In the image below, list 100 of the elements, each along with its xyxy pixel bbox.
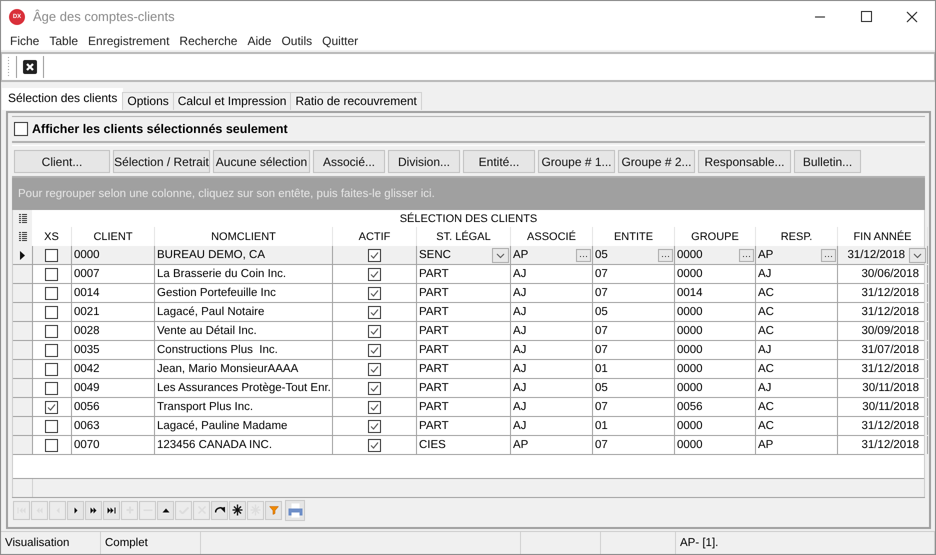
refresh-button[interactable] — [211, 500, 228, 520]
table-cell: 07 — [593, 265, 675, 283]
checkbox[interactable] — [368, 382, 381, 394]
table-cell: 0035 — [72, 341, 155, 359]
table-cell: 0021 — [72, 303, 155, 321]
checkbox[interactable] — [368, 306, 381, 318]
printer-icon — [288, 502, 302, 518]
window-title: Âge des comptes-clients — [33, 9, 176, 24]
checkbox[interactable] — [368, 344, 381, 356]
checkbox[interactable] — [45, 306, 58, 318]
tab[interactable]: Sélection des clients — [2, 88, 124, 110]
toolbar-button[interactable]: Client... — [14, 150, 110, 173]
column-chooser-icon[interactable] — [18, 214, 26, 223]
checkbox[interactable] — [45, 268, 58, 280]
toolbar-button[interactable]: Associé... — [313, 150, 385, 173]
table-cell: AJ — [511, 360, 593, 378]
toolbar-button[interactable]: Groupe # 1... — [538, 150, 615, 173]
table-cell: AJ — [511, 265, 593, 283]
table-cell: AP — [756, 436, 838, 454]
menu-item[interactable]: Recherche — [174, 34, 242, 48]
edit-button[interactable] — [157, 500, 174, 520]
checkbox[interactable] — [45, 400, 58, 414]
table-cell: 0000 — [675, 322, 756, 340]
table-cell: 01 — [593, 360, 675, 378]
tab[interactable]: Options — [122, 92, 174, 110]
table-cell: 30/06/2018 — [838, 265, 928, 283]
funnel-icon — [268, 506, 278, 514]
checkbox[interactable] — [368, 362, 381, 376]
checkbox[interactable] — [45, 344, 58, 356]
toolbar-button[interactable]: Division... — [388, 150, 460, 173]
table-cell: PART — [417, 284, 511, 302]
table-cell: 30/11/2018 — [838, 398, 928, 416]
checkbox[interactable] — [14, 122, 28, 136]
column-chooser-icon[interactable] — [18, 232, 26, 241]
last-record-button[interactable] — [103, 500, 120, 520]
toolbar-button[interactable]: Responsable... — [698, 150, 791, 173]
table-cell: AC — [756, 284, 838, 302]
checkbox[interactable] — [368, 286, 381, 300]
menu-item[interactable]: Outils — [276, 34, 318, 48]
table-cell: 30/11/2018 — [838, 379, 928, 397]
table-cell: 0028 — [72, 322, 155, 340]
up-arrow-icon — [162, 508, 170, 512]
toolbar-button[interactable]: Entité... — [463, 150, 535, 173]
next-page-button[interactable] — [85, 500, 102, 520]
table-cell: Transport Plus Inc. — [155, 398, 333, 416]
checkbox[interactable] — [368, 268, 381, 280]
toolbar-button[interactable]: Bulletin... — [794, 150, 861, 173]
table-cell: 0000 — [72, 246, 155, 264]
checkbox[interactable] — [45, 382, 58, 394]
menu-item[interactable]: Table — [44, 34, 84, 48]
menu-item[interactable]: Aide — [242, 34, 276, 48]
checkbox[interactable] — [368, 438, 381, 452]
dropdown-button[interactable] — [909, 248, 926, 262]
checkbox[interactable] — [368, 400, 381, 414]
checkbox[interactable] — [45, 248, 58, 262]
table-cell: PART — [417, 360, 511, 378]
skip-end-icon — [107, 506, 116, 514]
dropdown-button[interactable] — [492, 248, 509, 262]
checkbox[interactable] — [368, 420, 381, 432]
table-cell: 0014 — [72, 284, 155, 302]
bookmark-button[interactable] — [229, 500, 246, 520]
table-cell: AP — [511, 436, 593, 454]
table-cell: AJ — [511, 341, 593, 359]
toolbar-button[interactable]: Sélection / Retrait — [113, 150, 210, 173]
tab[interactable]: Ratio de recouvrement — [290, 92, 422, 110]
table-cell: AC — [756, 417, 838, 435]
table-cell: AJ — [756, 379, 838, 397]
table-cell: Lagacé, Paul Notaire — [155, 303, 333, 321]
checkbox[interactable] — [45, 362, 58, 376]
table-cell: Constructions Plus Inc. — [155, 341, 333, 359]
table-cell: Vente au Détail Inc. — [155, 322, 333, 340]
tab[interactable]: Calcul et Impression — [172, 92, 292, 110]
table-cell: 0000 — [677, 249, 703, 261]
checkbox-label: Afficher les clients sélectionnés seulement — [32, 122, 288, 136]
table-cell: 0014 — [675, 284, 756, 302]
close-icon[interactable] — [23, 60, 37, 74]
table-cell: 0000 — [675, 303, 756, 321]
filter-button[interactable] — [265, 500, 282, 520]
table-cell: AJ — [756, 341, 838, 359]
status-text: AP- [1]. — [680, 537, 718, 549]
checkbox[interactable] — [45, 286, 58, 300]
menu-item[interactable]: Fiche — [5, 34, 44, 48]
table-cell: 31/12/2018 — [838, 284, 928, 302]
menu-item[interactable]: Quitter — [317, 34, 364, 48]
checkbox[interactable] — [368, 324, 381, 338]
table-cell: 07 — [593, 284, 675, 302]
table-title: SÉLECTION DES CLIENTS — [398, 212, 538, 224]
table-cell: 0042 — [72, 360, 155, 378]
checkbox[interactable] — [368, 248, 381, 262]
next-record-button[interactable] — [67, 500, 84, 520]
toolbar-button[interactable]: Groupe # 2... — [618, 150, 695, 173]
checkbox[interactable] — [45, 438, 58, 452]
toolbar-button[interactable]: Aucune sélection — [213, 150, 310, 173]
table-cell: AC — [756, 322, 838, 340]
menu-item[interactable]: Enregistrement — [83, 34, 174, 48]
right-arrow-icon — [74, 506, 78, 514]
checkbox[interactable] — [45, 420, 58, 432]
checkbox[interactable] — [45, 324, 58, 338]
print-button[interactable] — [285, 500, 305, 520]
table-cell: 07 — [593, 341, 675, 359]
